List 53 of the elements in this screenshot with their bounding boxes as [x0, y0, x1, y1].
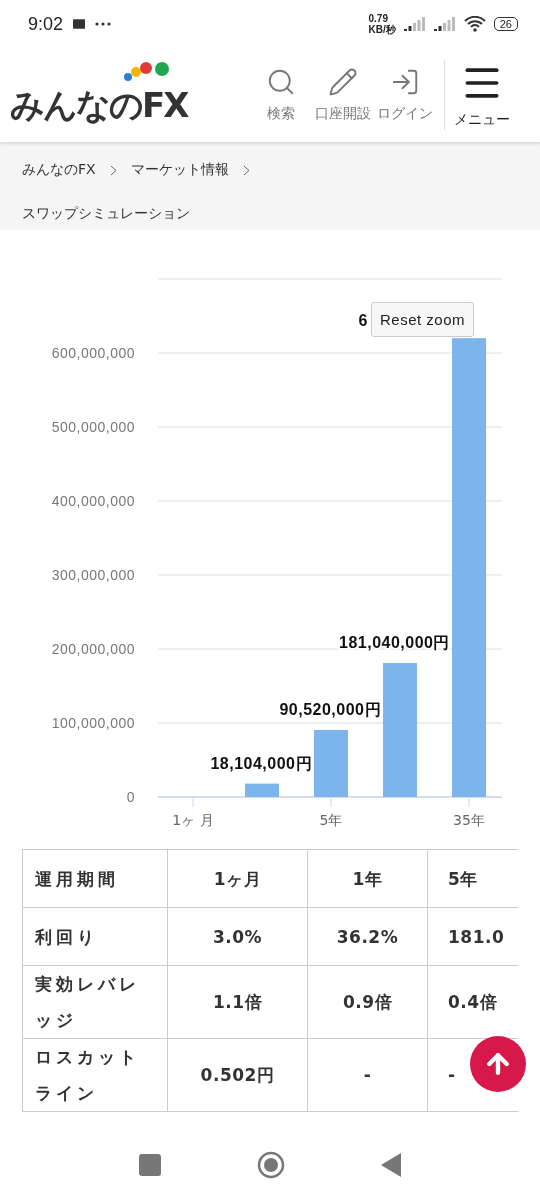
axis-label: 1ヶ 月 [172, 812, 214, 828]
breadcrumb-link[interactable]: みんなのFX [22, 148, 96, 192]
table-cell: 36.2% [307, 907, 428, 966]
data-label: 18,104,000円 [210, 754, 312, 772]
chevron-icon [242, 164, 250, 176]
axis-label: 5年 [319, 812, 343, 828]
table-cell: 0.502円 [167, 1038, 308, 1112]
wifi-icon [463, 16, 486, 32]
signal-icon [403, 17, 426, 31]
axis-label: 300,000,000 [51, 567, 135, 583]
table-cell: 3.0% [167, 907, 308, 966]
table-cell: 0.9倍 [307, 965, 428, 1039]
battery-icon: 26 [493, 17, 518, 31]
login-button[interactable]: ログイン [374, 67, 436, 123]
clock: 9:02 [28, 13, 64, 35]
breadcrumb-link[interactable]: スワップシミュレーション [22, 192, 190, 236]
table-cell: - [307, 1038, 428, 1112]
axis-label: 500,000,000 [51, 419, 135, 435]
axis-label: 35年 [453, 812, 485, 828]
search-button[interactable]: 検索 [250, 67, 312, 123]
back-icon[interactable] [381, 1153, 401, 1177]
data-label: 90,520,000円 [279, 701, 381, 718]
table-header: 運用期間 [22, 849, 168, 908]
axis-label: 600,000,000 [51, 345, 135, 361]
row-header: ロスカットライン [22, 1038, 168, 1112]
axis-label: 0 [126, 789, 135, 805]
home-icon[interactable] [257, 1151, 285, 1179]
chevron-icon [109, 164, 117, 176]
table-header: 5年 [427, 849, 518, 908]
reset-zoom-button[interactable]: Reset zoom [371, 302, 475, 337]
bar [314, 730, 348, 797]
logo[interactable]: みんなのFX [10, 83, 250, 129]
bar [245, 783, 279, 797]
login-icon [390, 67, 420, 97]
account-button[interactable]: 口座開設 [312, 67, 374, 123]
axis-label: 100,000,000 [51, 715, 135, 731]
row-header: 実効レバレッジ [22, 965, 168, 1039]
signal-icon [433, 17, 456, 31]
more-icon [95, 22, 112, 26]
pencil-icon [328, 67, 358, 97]
axis-label: 400,000,000 [51, 493, 135, 509]
data-label: 181,040,000円 [339, 634, 450, 652]
data-label: 6 [358, 312, 368, 329]
search-icon [266, 67, 296, 97]
scroll-top-button[interactable] [470, 1036, 526, 1092]
table-header: 1年 [307, 849, 428, 908]
network-speed: 0.79 KB/秒 [368, 13, 396, 35]
row-header: 利回り [22, 907, 168, 966]
menu-button[interactable]: メニュー [444, 60, 519, 130]
axis-label: 200,000,000 [51, 641, 135, 657]
table-cell: 1.1倍 [167, 965, 308, 1039]
table-header: 1ヶ月 [167, 849, 308, 908]
breadcrumb-link[interactable]: マーケット情報 [130, 148, 229, 192]
